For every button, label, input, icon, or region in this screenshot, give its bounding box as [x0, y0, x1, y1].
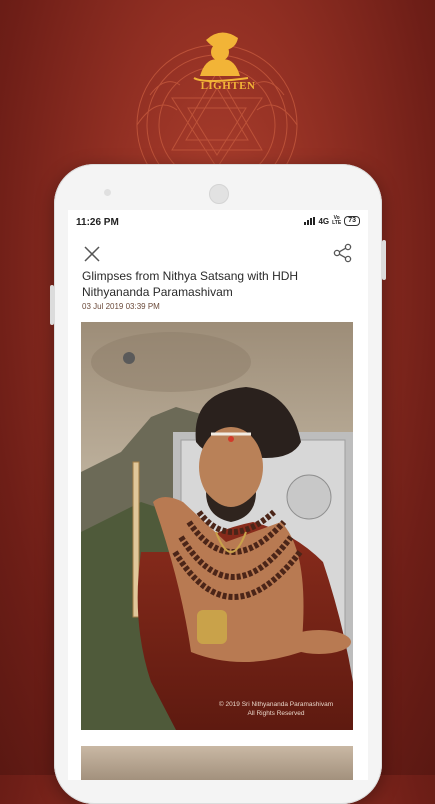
close-button[interactable]	[82, 244, 102, 264]
brand-header: LIGHTEN	[0, 0, 435, 170]
brand-name: LIGHTEN	[200, 80, 256, 92]
status-time: 11:26 PM	[76, 217, 119, 228]
logo-figure-icon	[193, 32, 249, 82]
earpiece-speaker	[209, 184, 229, 204]
article-photo[interactable]: © 2019 Sri Nithyananda Paramashivam All …	[81, 322, 353, 730]
status-indicators: 4G Vo LTE 73	[304, 216, 360, 226]
battery-indicator: 73	[344, 216, 360, 226]
article-title: Glimpses from Nithya Satsang with HDH Ni…	[82, 269, 299, 299]
app-screen: 11:26 PM 4G Vo LTE 73 Glimpses from Nithy…	[68, 210, 368, 780]
photo-watermark: © 2019 Sri Nithyananda Paramashivam All …	[218, 701, 334, 717]
share-icon	[333, 243, 352, 263]
share-button[interactable]	[332, 242, 354, 264]
status-bar: 11:26 PM 4G Vo LTE 73	[68, 210, 368, 236]
close-icon	[84, 246, 100, 262]
volume-button	[50, 285, 54, 325]
power-button	[382, 240, 386, 280]
signal-icon	[304, 217, 316, 225]
network-type: 4G	[318, 216, 330, 226]
article-date: 03 Jul 2019 03:39 PM	[82, 302, 160, 311]
volte-badge: Vo LTE	[332, 215, 342, 226]
front-sensor	[104, 189, 111, 196]
satsang-photo-illustration	[81, 322, 353, 730]
